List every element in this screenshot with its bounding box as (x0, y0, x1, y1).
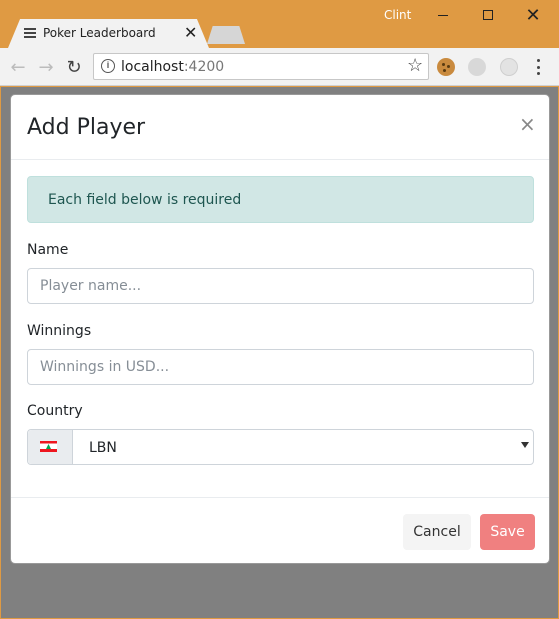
window-close-button[interactable]: ✕ (513, 4, 553, 26)
country-select[interactable]: LBN (27, 429, 534, 465)
address-bar[interactable]: i localhost:4200 ☆ (93, 53, 429, 80)
winnings-input[interactable] (27, 349, 534, 385)
tab-close-icon[interactable]: ✕ (184, 23, 197, 42)
lebanon-flag-icon (40, 441, 57, 452)
minimize-button[interactable] (423, 4, 463, 26)
modal-header: Add Player × (11, 95, 549, 160)
browser-toolbar: ← → ↻ i localhost:4200 ☆ (0, 48, 559, 86)
minimize-icon (438, 14, 448, 16)
profile-name[interactable]: Clint (384, 8, 411, 22)
forward-button[interactable]: → (35, 56, 57, 78)
winnings-label: Winnings (27, 323, 92, 339)
save-button[interactable]: Save (480, 514, 535, 550)
url-text[interactable]: localhost:4200 (121, 59, 224, 75)
cookie-extension-icon[interactable] (437, 58, 455, 76)
modal-close-icon[interactable]: × (519, 112, 536, 136)
maximize-button[interactable] (468, 4, 508, 26)
cancel-button[interactable]: Cancel (403, 514, 471, 550)
tab-title: Poker Leaderboard (43, 26, 156, 40)
country-selected-value: LBN (89, 440, 117, 456)
reload-button[interactable]: ↻ (63, 56, 85, 78)
back-button[interactable]: ← (7, 56, 29, 78)
url-port: :4200 (183, 59, 225, 75)
modal-title: Add Player (27, 115, 146, 140)
tab-poker-leaderboard[interactable]: Poker Leaderboard ✕ (8, 19, 209, 48)
menu-kebab-icon[interactable] (537, 59, 541, 75)
url-host: localhost (121, 59, 184, 75)
info-icon[interactable]: i (101, 59, 115, 73)
dropdown-caret-icon (521, 442, 529, 448)
new-tab-button[interactable] (207, 26, 245, 44)
bookmark-star-icon[interactable]: ☆ (407, 55, 423, 76)
extension-icon[interactable] (468, 58, 486, 76)
required-alert: Each field below is required (27, 176, 534, 223)
add-player-modal: Add Player × Each field below is require… (10, 94, 550, 564)
browser-window: Poker Leaderboard ✕ Clint ✕ ← → ↻ i loca… (0, 0, 559, 619)
flag-addon (28, 430, 73, 464)
modal-footer: Cancel Save (11, 497, 549, 565)
player-name-input[interactable] (27, 268, 534, 304)
page-backdrop: Add Player × Each field below is require… (1, 87, 558, 618)
title-bar: Poker Leaderboard ✕ Clint ✕ (0, 0, 559, 48)
name-label: Name (27, 242, 69, 258)
maximize-icon (483, 10, 493, 20)
country-label: Country (27, 403, 83, 419)
hamburger-icon (24, 28, 36, 38)
react-extension-icon[interactable] (500, 58, 518, 76)
